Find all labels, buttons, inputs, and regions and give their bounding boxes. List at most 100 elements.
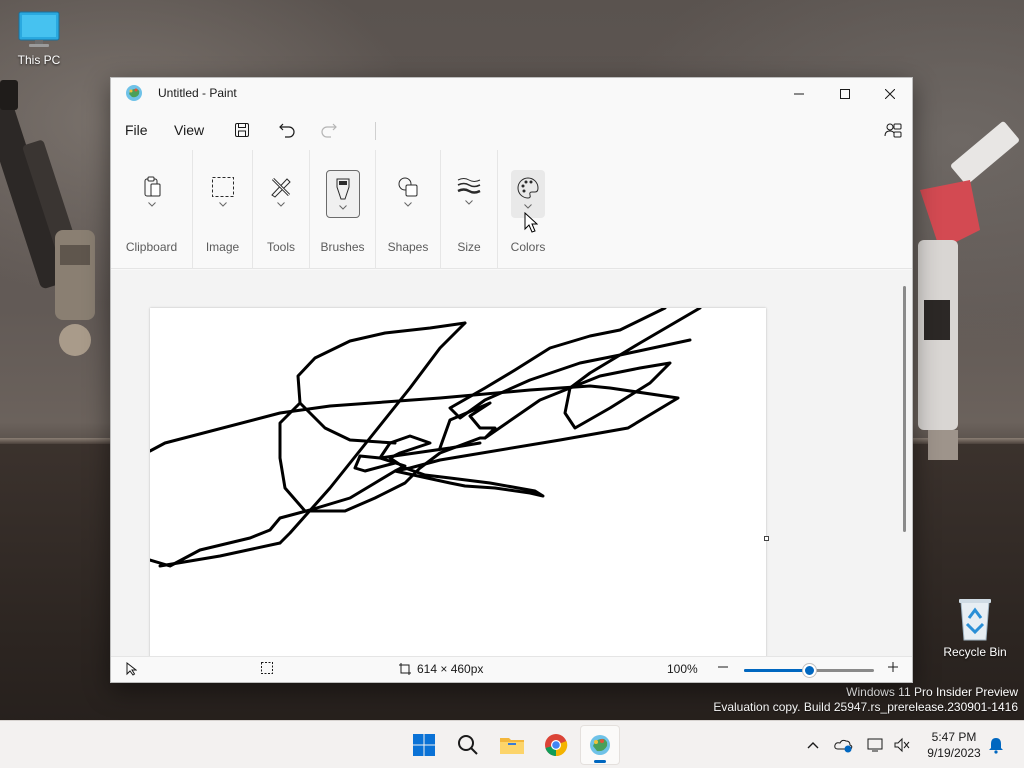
chevron-down-icon: [147, 202, 156, 207]
zoom-level-text: 100%: [667, 662, 698, 676]
clock-date: 9/19/2023: [927, 746, 981, 760]
save-icon: [235, 123, 249, 137]
canvas-size: 614 × 460px: [399, 662, 483, 676]
onedrive-button[interactable]: [834, 735, 854, 755]
ribbon-group-colors[interactable]: Colors: [498, 150, 558, 269]
status-bar: 614 × 460px 100%: [111, 656, 912, 682]
paint-window: Untitled - Paint File View Clipboard Ima…: [110, 77, 913, 683]
zoom-level[interactable]: 100%: [667, 662, 698, 676]
maximize-button[interactable]: [822, 78, 868, 110]
zoom-out-button[interactable]: [717, 661, 729, 673]
colors-button[interactable]: [511, 170, 545, 218]
menu-file[interactable]: File: [119, 118, 154, 142]
chevron-down-icon: [338, 205, 347, 210]
selection-icon: [261, 662, 273, 674]
ribbon-group-label: Clipboard: [125, 240, 178, 254]
file-explorer-button[interactable]: [492, 725, 532, 765]
paint-icon: [590, 735, 610, 755]
canvas-size-icon: [399, 663, 411, 675]
chrome-icon: [545, 734, 568, 757]
recycle-bin-icon: [959, 599, 991, 641]
account-button[interactable]: [879, 116, 907, 144]
title-bar[interactable]: Untitled - Paint: [111, 78, 912, 110]
redo-icon: [321, 123, 337, 138]
selection-icon: [211, 177, 234, 197]
tools-icon: [271, 177, 291, 198]
scribble-drawing: [148, 306, 702, 568]
clipboard-button[interactable]: [135, 170, 169, 218]
close-button[interactable]: [867, 78, 913, 110]
ribbon-group-image[interactable]: Image: [193, 150, 253, 269]
ribbon-group-tools[interactable]: Tools: [253, 150, 310, 269]
desktop-icon-label: This PC: [17, 53, 61, 67]
ribbon-group-brushes[interactable]: Brushes: [310, 150, 376, 269]
desktop-icon-this-pc[interactable]: This PC: [0, 10, 78, 67]
volume-button[interactable]: [892, 735, 912, 755]
windows-watermark: Windows 11 Pro Insider Preview Evaluatio…: [713, 685, 1018, 715]
zoom-slider[interactable]: [744, 664, 874, 677]
redo-button[interactable]: [314, 116, 342, 144]
brushes-button[interactable]: [325, 170, 360, 218]
plus-icon: [888, 662, 898, 672]
undo-button[interactable]: [274, 116, 302, 144]
bell-icon: [989, 738, 1003, 754]
search-button[interactable]: [448, 725, 488, 765]
select-button[interactable]: [206, 170, 240, 218]
chevron-down-icon: [218, 202, 227, 207]
menu-bar: File View: [111, 110, 912, 150]
taskbar-clock[interactable]: 5:47 PM 9/19/2023: [918, 729, 990, 761]
undo-icon: [279, 123, 295, 138]
chevron-down-icon: [404, 202, 412, 207]
zoom-slider-thumb[interactable]: [803, 664, 816, 677]
paint-taskbar-button[interactable]: [580, 725, 620, 765]
clipboard-icon: [144, 176, 160, 197]
file-explorer-icon: [500, 738, 524, 754]
network-icon: [867, 738, 883, 752]
onedrive-icon: [834, 739, 853, 753]
menu-separator: [375, 122, 376, 140]
minimize-icon: [794, 93, 804, 95]
search-icon: [458, 735, 478, 755]
ribbon-group-size[interactable]: Size: [441, 150, 498, 269]
account-settings-icon: [884, 123, 902, 138]
canvas-resize-handle[interactable]: [764, 536, 769, 541]
ribbon-group-label: Shapes: [387, 240, 429, 254]
shapes-button[interactable]: [391, 170, 425, 218]
maximize-icon: [840, 89, 850, 99]
chevron-up-icon: [807, 742, 819, 749]
zoom-slider-fill: [744, 669, 809, 672]
chrome-button[interactable]: [536, 725, 576, 765]
network-button[interactable]: [866, 735, 886, 755]
canvas-workspace[interactable]: [111, 270, 912, 656]
ribbon-group-label: Colors: [510, 240, 546, 254]
ribbon-group-clipboard[interactable]: Clipboard: [111, 150, 193, 269]
desktop-icon-label: Recycle Bin: [943, 645, 1007, 659]
menu-view[interactable]: View: [168, 118, 210, 142]
ribbon-group-shapes[interactable]: Shapes: [376, 150, 441, 269]
size-icon: [457, 178, 481, 194]
watermark-edition: Windows 11 Pro Insider Preview: [846, 685, 1018, 699]
show-hidden-icons-button[interactable]: [803, 735, 823, 755]
shapes-icon: [398, 177, 418, 197]
monitor-icon: [18, 11, 60, 47]
size-button[interactable]: [452, 170, 486, 218]
ribbon-toolbar: Clipboard Image Tools Brushes Shapes Siz…: [111, 150, 912, 269]
vertical-scrollbar[interactable]: [903, 286, 906, 532]
mouse-cursor: [524, 212, 538, 233]
ribbon-group-label: Image: [205, 240, 240, 254]
selection-size: [261, 662, 273, 674]
desktop-icon-recycle-bin[interactable]: Recycle Bin: [936, 596, 1014, 659]
tools-button[interactable]: [264, 170, 298, 218]
drawing-canvas[interactable]: [148, 306, 766, 656]
save-button[interactable]: [228, 116, 256, 144]
zoom-in-button[interactable]: [887, 661, 899, 673]
ribbon-group-label: Brushes: [320, 240, 365, 254]
chevron-down-icon: [524, 204, 532, 209]
start-button[interactable]: [404, 725, 444, 765]
minimize-button[interactable]: [776, 78, 822, 110]
brush-icon: [336, 178, 349, 200]
wallpaper-robot-right: [918, 121, 1019, 460]
watermark-build: Evaluation copy. Build 25947.rs_prerelea…: [713, 700, 1018, 714]
notifications-button[interactable]: [986, 735, 1006, 755]
start-icon: [413, 734, 435, 756]
